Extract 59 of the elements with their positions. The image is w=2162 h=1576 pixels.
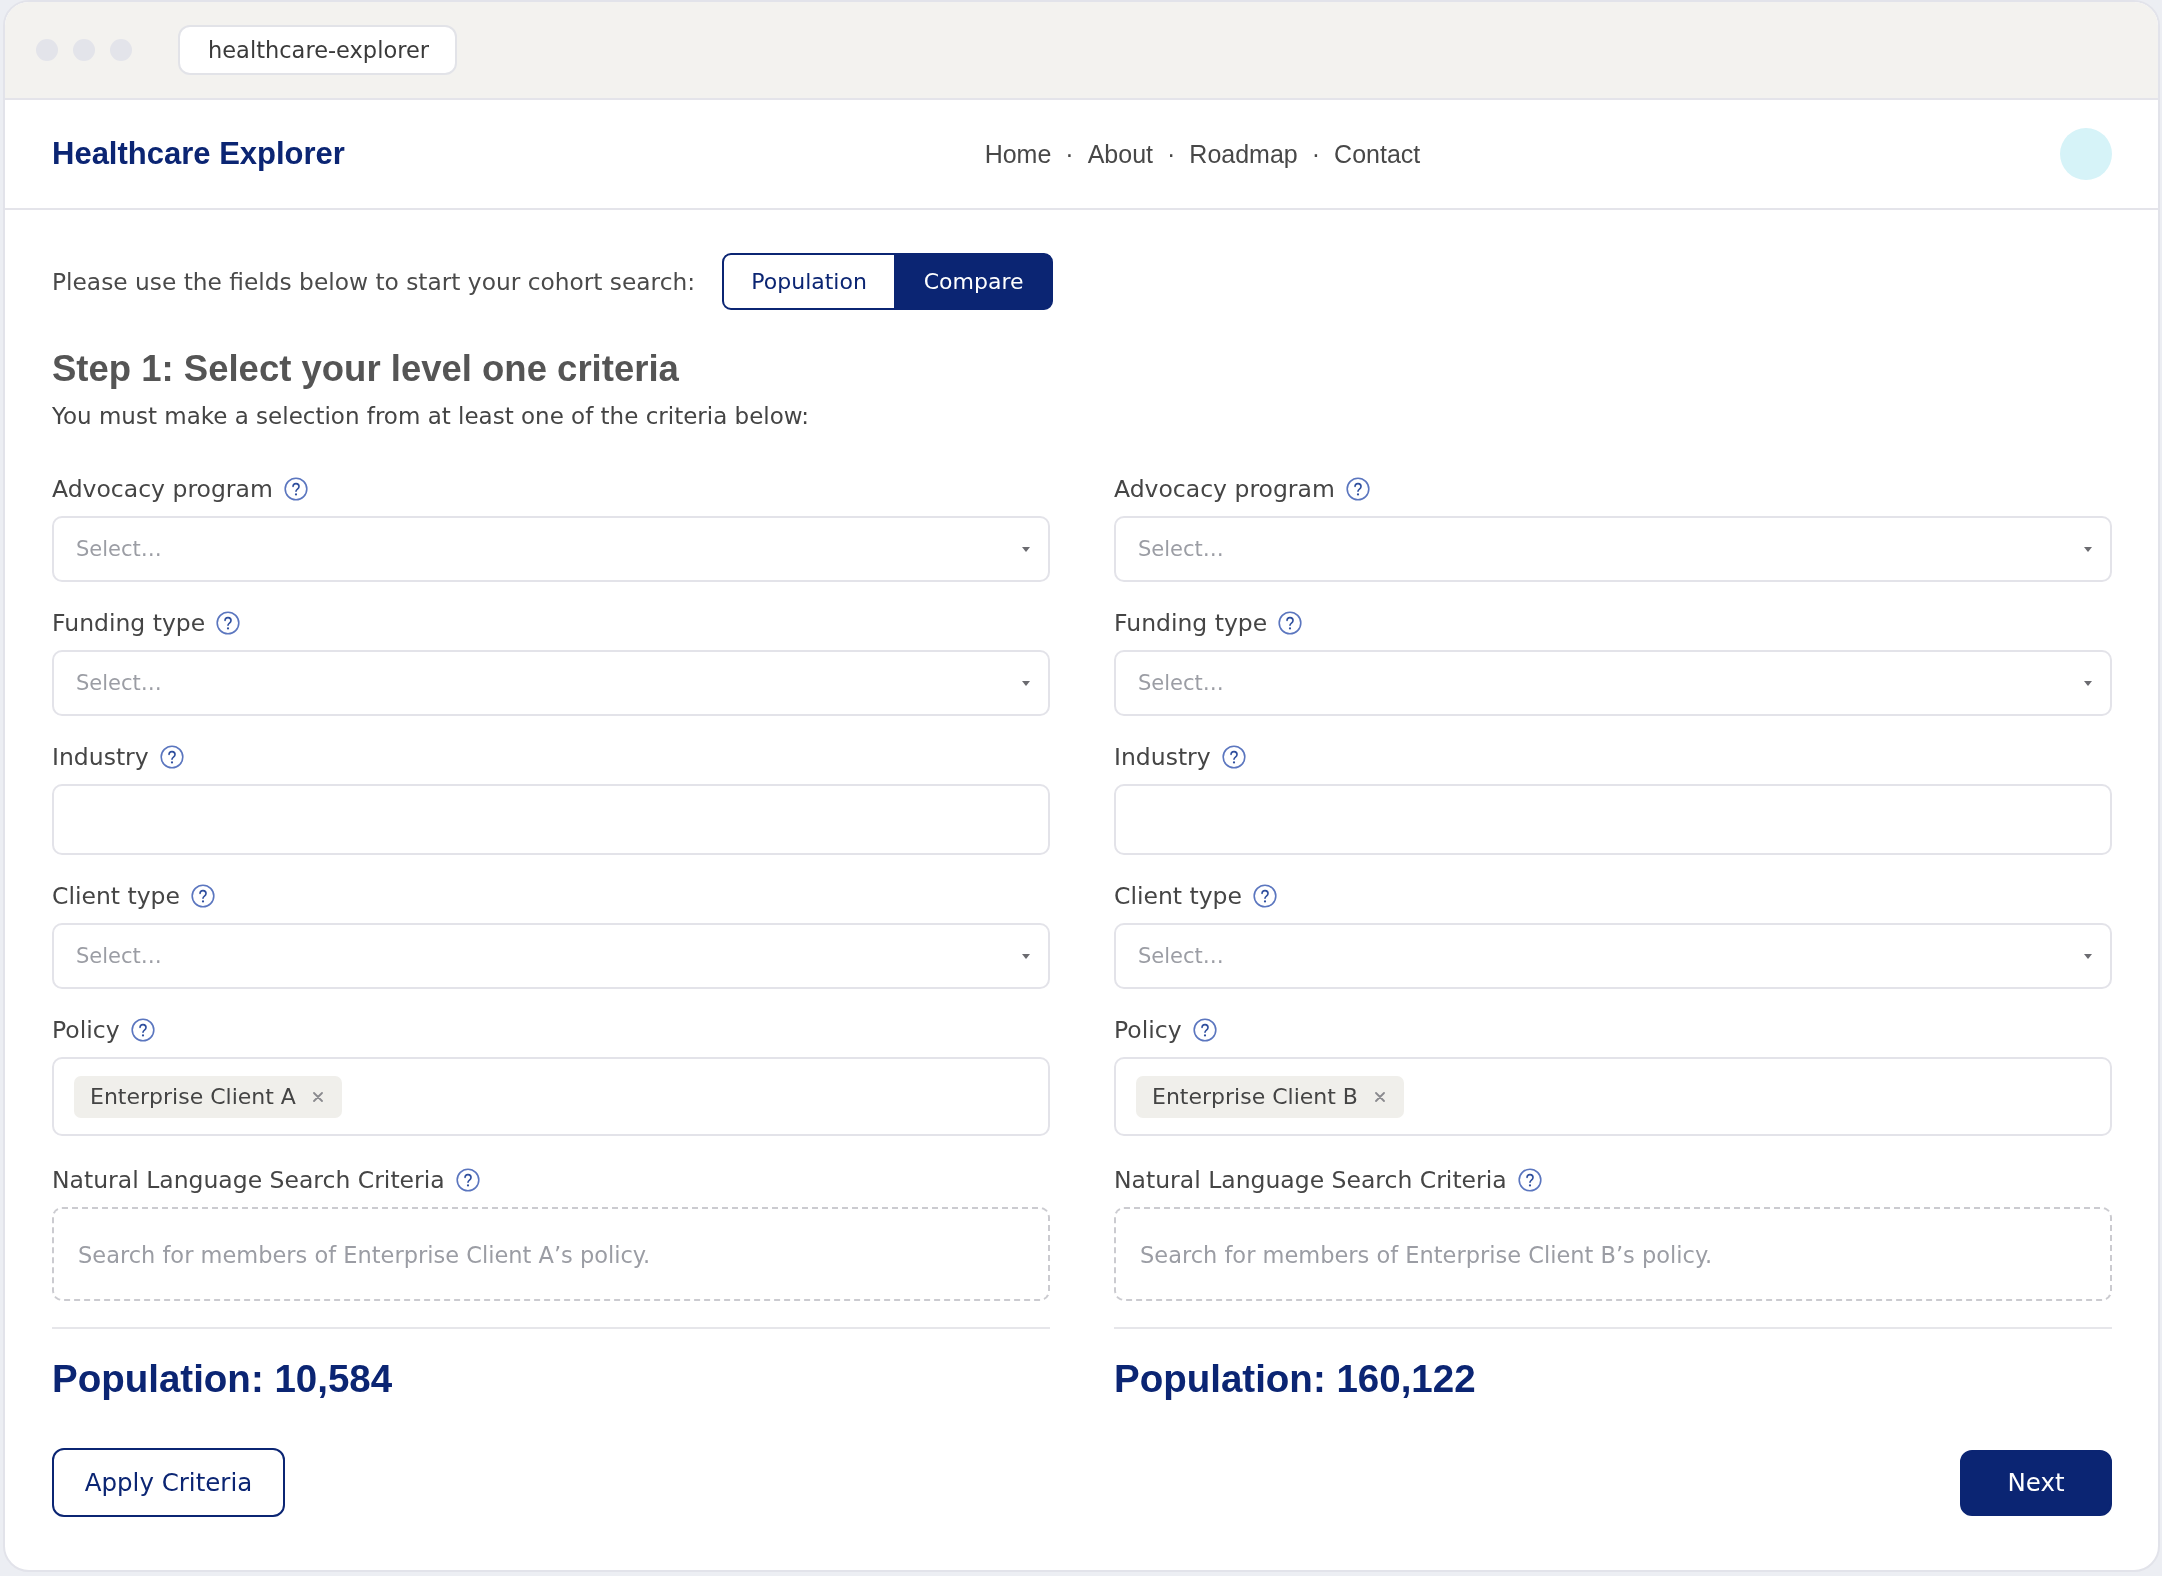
population-count: Population: 10,584 xyxy=(52,1356,394,1402)
input-field[interactable] xyxy=(1114,784,2112,855)
help-icon xyxy=(455,1168,480,1192)
field-label: Advocacy program xyxy=(1114,475,1335,503)
step-instructions: You must make a selection from at least one of the criteria below: xyxy=(52,402,811,431)
caret-icon xyxy=(2084,680,2092,686)
brand-logo[interactable]: Healthcare Explorer xyxy=(52,136,345,172)
input-field[interactable] xyxy=(52,784,1050,855)
policy-tag[interactable]: Enterprise Client A xyxy=(74,1075,342,1118)
help-icon xyxy=(1192,1018,1217,1042)
step-heading: Step 1: Select your level one criteria xyxy=(52,347,680,391)
field-label: Client type xyxy=(1114,882,1242,910)
caret-icon xyxy=(1022,680,1030,686)
field-label: Advocacy program xyxy=(52,475,273,503)
help-icon xyxy=(130,1018,155,1042)
help-icon xyxy=(1278,611,1303,635)
tag-input-field[interactable]: Enterprise Client A xyxy=(52,1057,1050,1136)
nav-link[interactable]: Home xyxy=(984,139,1052,169)
help-icon xyxy=(1221,745,1246,769)
help-icon xyxy=(1517,1168,1542,1192)
nav-link[interactable]: Roadmap xyxy=(1189,139,1298,169)
help-icon xyxy=(283,477,308,501)
remove-icon xyxy=(312,1091,323,1102)
field-label: Client type xyxy=(52,882,180,910)
help-icon xyxy=(1253,884,1277,908)
caret-icon xyxy=(2084,546,2092,552)
help-icon xyxy=(191,884,215,908)
search-textarea[interactable]: Search for members of Enterprise Client A’s policy. xyxy=(52,1207,1050,1301)
policy-tag[interactable]: Enterprise Client B xyxy=(1136,1075,1404,1118)
nav-separator: · xyxy=(1167,139,1176,169)
next-button[interactable]: Next xyxy=(1960,1449,2112,1516)
nav-link[interactable]: Contact xyxy=(1334,139,1421,169)
search-textarea[interactable]: Search for members of Enterprise Client B’s policy. xyxy=(1114,1207,2112,1301)
apply-criteria-button[interactable]: Apply Criteria xyxy=(52,1448,285,1517)
caret-icon xyxy=(2084,953,2092,959)
remove-icon xyxy=(1374,1091,1385,1102)
field-label: Funding type xyxy=(1114,609,1268,637)
field-label: Natural Language Search Criteria xyxy=(1114,1166,1507,1194)
mode-tab[interactable]: Population xyxy=(722,253,897,310)
population-count: Population: 160,122 xyxy=(1114,1356,1477,1402)
field-label: Natural Language Search Criteria xyxy=(52,1166,445,1194)
browser-tab[interactable]: healthcare-explorer xyxy=(178,25,457,75)
field-label: Policy xyxy=(1114,1016,1182,1044)
nav-separator: · xyxy=(1065,139,1074,169)
nav-separator: · xyxy=(1311,139,1321,169)
help-icon xyxy=(216,611,241,635)
caret-icon xyxy=(1022,546,1030,552)
field-label: Industry xyxy=(1114,743,1211,771)
mode-tab[interactable]: Compare xyxy=(894,253,1054,310)
help-icon xyxy=(1345,477,1370,501)
help-icon xyxy=(159,745,184,769)
prompt-text: Please use the fields below to start your cohort search: xyxy=(52,268,696,295)
caret-icon xyxy=(1022,953,1030,959)
avatar[interactable] xyxy=(2060,128,2112,180)
field-label: Industry xyxy=(52,743,149,771)
field-label: Funding type xyxy=(52,609,206,637)
field-label: Policy xyxy=(52,1016,120,1044)
nav-link[interactable]: About xyxy=(1087,139,1153,169)
tag-input-field[interactable]: Enterprise Client B xyxy=(1114,1057,2112,1136)
